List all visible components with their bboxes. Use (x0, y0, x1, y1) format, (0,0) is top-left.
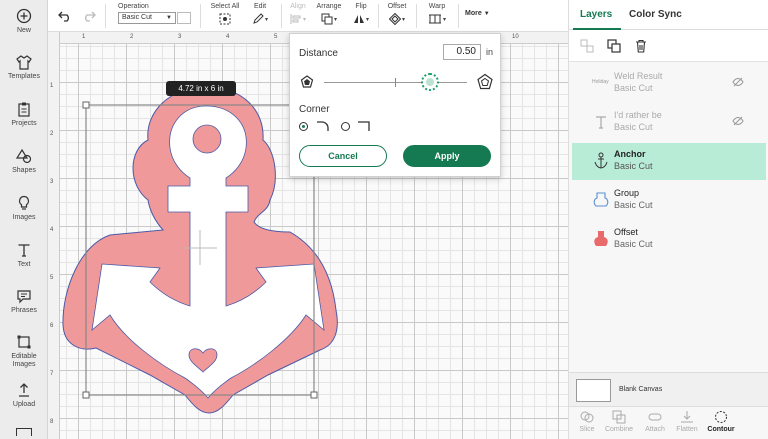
distance-unit: in (486, 47, 494, 57)
layer-row[interactable]: Holiday Weld Result Basic Cut (572, 65, 766, 102)
selection-handle (82, 101, 90, 109)
distance-slider-handle[interactable] (421, 73, 439, 91)
layer-operation: Basic Cut (614, 200, 653, 210)
offset-popup: Distance 0.50 in Corner Cancel Apply (289, 33, 501, 177)
corner-label: Corner (299, 104, 330, 115)
layer-row[interactable]: Group Basic Cut (572, 182, 766, 219)
layer-name: Weld Result (614, 71, 663, 81)
blank-canvas-label: Blank Canvas (619, 386, 663, 393)
layer-name: Offset (614, 227, 638, 237)
layer-row[interactable]: Offset Basic Cut (572, 221, 766, 258)
pentagon-small-icon (300, 75, 314, 88)
flatten-icon (681, 411, 693, 423)
contour-icon (715, 411, 727, 423)
tab-color-sync[interactable]: Color Sync (629, 9, 682, 20)
slice-button[interactable]: Slice (570, 410, 604, 433)
slice-icon (580, 411, 594, 423)
distance-label: Distance (299, 48, 338, 59)
attach-icon (648, 413, 662, 421)
layers-panel: Layers Color Sync Holiday Weld Result Ba… (568, 0, 768, 439)
group-icon (593, 192, 609, 207)
anchor-ring-hole (192, 124, 222, 154)
layer-row[interactable]: Anchor Basic Cut (572, 143, 766, 180)
layer-name: I'd rather be (614, 110, 662, 120)
square-corner-icon (358, 121, 370, 131)
layer-operation: Basic Cut (614, 161, 653, 171)
layer-actions (569, 30, 768, 62)
cancel-button[interactable]: Cancel (299, 145, 387, 167)
combine-label: Combine (604, 426, 633, 433)
bottom-actions: Slice Combine Attach Flatten Contour (569, 406, 768, 439)
duplicate-icon[interactable] (607, 39, 621, 53)
corner-rounded-radio[interactable] (299, 122, 308, 131)
text-layer-icon (596, 116, 606, 129)
attach-button[interactable]: Attach (638, 410, 672, 433)
hidden-eye-icon[interactable] (732, 77, 744, 87)
flatten-label: Flatten (676, 426, 698, 433)
flatten-button[interactable]: Flatten (670, 410, 704, 433)
layer-operation: Basic Cut (614, 239, 653, 249)
trash-icon[interactable] (634, 39, 648, 53)
size-tag: 4.72 in x 6 in (166, 81, 236, 96)
tab-layers[interactable]: Layers (580, 9, 612, 20)
offset-shape-icon (594, 231, 608, 246)
apply-button[interactable]: Apply (403, 145, 491, 167)
ungroup-icon[interactable] (580, 39, 594, 53)
canvas-swatch[interactable] (576, 379, 611, 402)
distance-input[interactable]: 0.50 (443, 44, 481, 60)
layer-name: Group (614, 188, 640, 198)
selection-handle (310, 391, 318, 399)
attach-label: Attach (645, 426, 665, 433)
selection-handle (82, 391, 90, 399)
panel-tabs: Layers Color Sync (569, 0, 768, 30)
slice-label: Slice (579, 426, 595, 433)
combine-icon (612, 410, 626, 424)
blank-canvas-row[interactable]: Blank Canvas (569, 372, 768, 406)
contour-label: Contour (707, 426, 735, 433)
weld-text-icon: Holiday (592, 79, 609, 85)
contour-button[interactable]: Contour (704, 410, 738, 433)
layer-operation: Basic Cut (614, 122, 653, 132)
combine-button[interactable]: Combine (602, 410, 636, 433)
corner-square-radio[interactable] (341, 122, 350, 131)
rounded-corner-icon (317, 121, 329, 131)
layer-row[interactable]: I'd rather be Basic Cut (572, 104, 766, 141)
anchor-icon (594, 152, 608, 169)
pentagon-large-icon (477, 73, 493, 90)
slider-tick (395, 78, 396, 87)
layer-name: Anchor (614, 149, 646, 159)
layer-operation: Basic Cut (614, 83, 653, 93)
hidden-eye-icon[interactable] (732, 116, 744, 126)
